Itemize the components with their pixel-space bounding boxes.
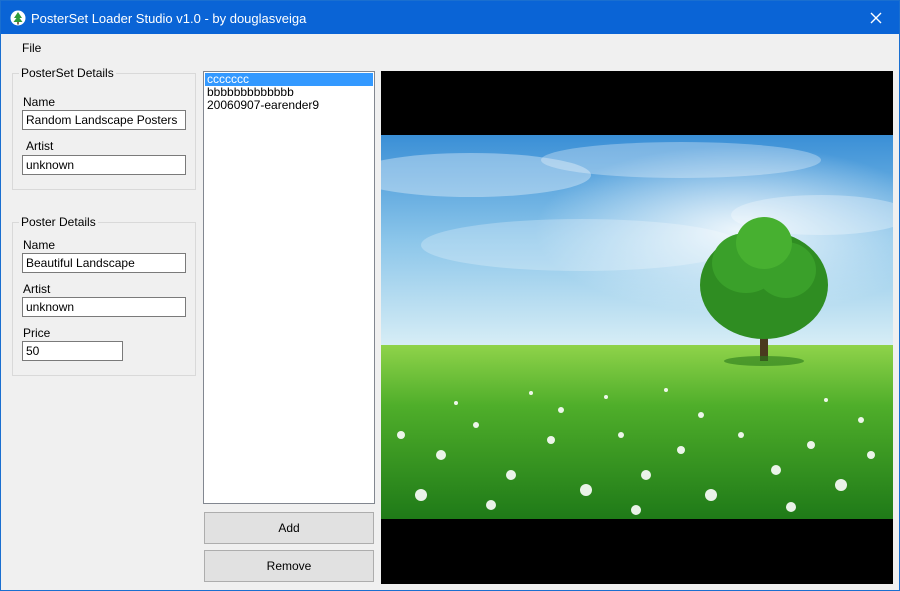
poster-price-label: Price <box>23 326 51 340</box>
landscape-image <box>381 135 893 519</box>
title-bar[interactable]: PosterSet Loader Studio v1.0 - by dougla… <box>1 1 899 34</box>
posterset-artist-input[interactable] <box>22 155 186 175</box>
posterset-name-input[interactable] <box>22 110 186 130</box>
close-icon <box>870 12 882 23</box>
list-item[interactable]: 20060907-earender9 <box>205 99 373 112</box>
app-window: PosterSet Loader Studio v1.0 - by dougla… <box>0 0 900 591</box>
posterset-artist-label: Artist <box>26 139 54 153</box>
poster-artist-input[interactable] <box>22 297 186 317</box>
posterset-details-legend: PosterSet Details <box>21 66 114 80</box>
poster-name-label: Name <box>23 238 56 252</box>
poster-details-legend: Poster Details <box>21 215 96 229</box>
poster-artist-label: Artist <box>23 282 51 296</box>
window-title: PosterSet Loader Studio v1.0 - by dougla… <box>31 11 307 26</box>
menu-bar: File <box>1 34 899 60</box>
poster-preview <box>381 71 893 584</box>
menu-file[interactable]: File <box>15 41 48 55</box>
add-button[interactable]: Add <box>204 512 374 544</box>
poster-price-input[interactable] <box>22 341 123 361</box>
remove-button[interactable]: Remove <box>204 550 374 582</box>
poster-listbox[interactable]: ccccccc bbbbbbbbbbbbb 20060907-earender9 <box>203 71 375 504</box>
poster-name-input[interactable] <box>22 253 186 273</box>
close-button[interactable] <box>853 1 899 34</box>
posterset-name-label: Name <box>23 95 56 109</box>
tree-app-icon <box>10 10 26 26</box>
